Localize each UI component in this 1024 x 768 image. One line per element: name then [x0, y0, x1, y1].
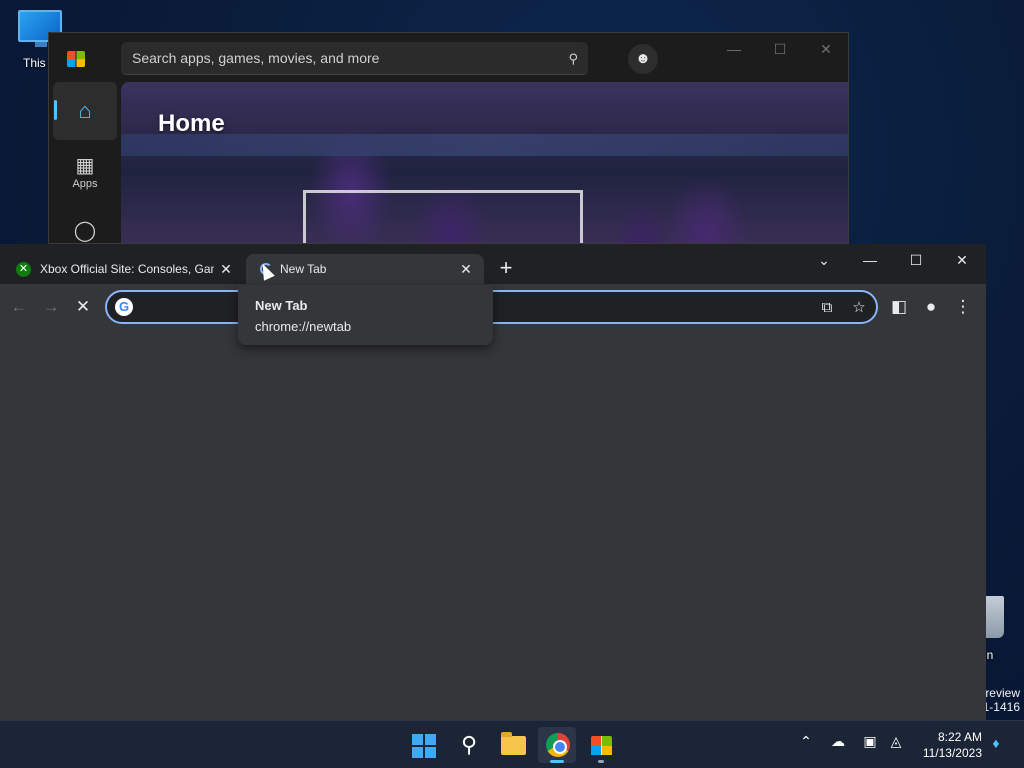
clock-time: 8:22 AM [937, 730, 982, 744]
tab-title: Xbox Official Site: Consoles, Games [40, 262, 214, 276]
maximize-button[interactable]: ☐ [893, 246, 939, 274]
watermark-line: 1-1416 [982, 700, 1020, 714]
share-icon[interactable]: ⧉ [816, 298, 838, 318]
tab-hover-card: New Tab chrome://newtab [238, 285, 493, 345]
tab-strip: ✕ Xbox Official Site: Consoles, Games ✕ … [0, 244, 986, 284]
watermark-line: review [985, 686, 1020, 700]
google-icon: G [115, 298, 133, 316]
maximize-button[interactable]: ☐ [757, 41, 803, 61]
windows-logo-pane [412, 747, 423, 758]
active-indicator [550, 760, 564, 763]
menu-icon[interactable]: ⋮ [950, 294, 976, 320]
minimize-button[interactable]: — [847, 246, 893, 274]
tab-new-tab[interactable]: New Tab ✕ [246, 254, 484, 284]
home-icon: ⌂ [78, 98, 92, 123]
tab-search-button[interactable]: ⌄ [801, 246, 847, 274]
windows-logo-pane [425, 747, 436, 758]
tab-close-button[interactable]: ✕ [458, 254, 474, 284]
notification-bell-icon[interactable]: ♦ [986, 735, 1006, 751]
tab-title: New Tab [280, 262, 327, 276]
page-content[interactable] [0, 330, 986, 720]
hero-banner[interactable]: Home [121, 82, 848, 243]
volume-muted-icon[interactable]: ◬ [884, 733, 908, 750]
chevron-up-icon[interactable]: ⌃ [794, 733, 818, 750]
taskbar-clock[interactable]: 8:22 AM 11/13/2023 [914, 729, 982, 761]
forward-button[interactable]: → [38, 294, 64, 320]
minimize-button[interactable]: — [711, 41, 757, 61]
start-button[interactable] [405, 727, 443, 763]
close-button[interactable]: ✕ [939, 246, 985, 274]
clock-date: 11/13/2023 [922, 746, 982, 760]
chrome-window: ✕ Xbox Official Site: Consoles, Games ✕ … [0, 244, 986, 720]
page-title: Home [158, 110, 225, 137]
store-search-input[interactable]: Search apps, games, movies, and more ⚲ [121, 42, 588, 75]
close-button[interactable]: ✕ [803, 41, 848, 61]
running-indicator [598, 760, 604, 763]
gamepad-icon: ◯ [73, 220, 97, 242]
cloud-offline-icon[interactable]: ☁ [826, 733, 850, 750]
network-icon[interactable]: ▣ [858, 733, 882, 750]
goal-post [303, 190, 583, 243]
tab-close-button[interactable]: ✕ [218, 254, 234, 284]
tab-xbox[interactable]: ✕ Xbox Official Site: Consoles, Games ✕ [8, 254, 238, 284]
store-sidebar: ⌂ ▦ Apps ◯ [49, 82, 121, 243]
side-panel-icon[interactable]: ◧ [886, 294, 912, 320]
stop-loading-button[interactable]: ✕ [70, 294, 96, 320]
store-taskbar-button[interactable] [582, 727, 620, 763]
hover-card-url: chrome://newtab [255, 319, 352, 334]
xbox-icon: ✕ [16, 262, 31, 277]
windows-logo-pane [425, 734, 436, 745]
folder-icon [501, 732, 526, 755]
store-search-placeholder: Search apps, games, movies, and more [132, 50, 380, 66]
store-bag-icon [591, 736, 612, 755]
store-logo-icon [67, 51, 85, 67]
profile-icon[interactable]: ● [918, 294, 944, 320]
taskbar-search-button[interactable]: ⚲ [450, 727, 488, 763]
file-explorer-button[interactable] [494, 727, 532, 763]
new-tab-button[interactable]: + [494, 256, 518, 280]
hover-card-title: New Tab [255, 298, 308, 313]
chrome-icon [546, 733, 570, 757]
back-button[interactable]: ← [6, 294, 32, 320]
sidebar-item-home[interactable]: ⌂ [53, 82, 117, 140]
apps-icon: ▦ [75, 155, 95, 177]
sidebar-item-label: Apps [72, 178, 98, 190]
sidebar-item-apps[interactable]: ▦ Apps [53, 154, 117, 190]
search-icon[interactable]: ⚲ [568, 42, 578, 75]
windows-watermark: review 1-1416 [983, 686, 1020, 714]
taskbar: ⚲ ⌃ ☁ ▣ ◬ 8:22 AM 11/13/2023 ♦ [0, 720, 1024, 768]
chrome-taskbar-button[interactable] [538, 727, 576, 763]
microsoft-store-window: Search apps, games, movies, and more ⚲ ☻… [48, 32, 849, 244]
account-icon[interactable]: ☻ [628, 44, 658, 74]
stadium-banner [121, 134, 848, 156]
chrome-toolbar: ← → ✕ G ⧉ ☆ ◧ ● ⋮ [0, 284, 986, 330]
windows-logo-icon [412, 734, 423, 745]
bookmark-star-icon[interactable]: ☆ [848, 298, 870, 318]
sidebar-item-gaming[interactable]: ◯ [53, 218, 117, 243]
